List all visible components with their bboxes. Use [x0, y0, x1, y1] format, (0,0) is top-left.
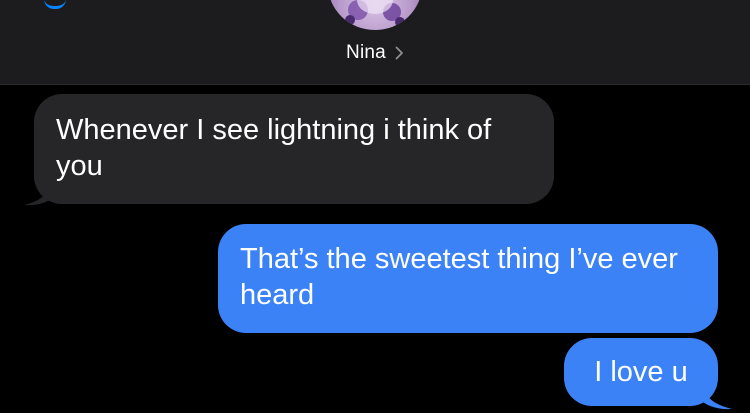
chevron-right-icon — [395, 46, 404, 60]
message-bubble-sent[interactable]: I love u — [564, 338, 718, 406]
message-text: That’s the sweetest thing I’ve ever hear… — [240, 243, 678, 311]
back-arrow-icon[interactable] — [44, 0, 66, 9]
contact-info-button[interactable]: Nina — [0, 40, 750, 66]
contact-name: Nina — [346, 42, 386, 63]
conversation-header: Nina — [0, 0, 750, 85]
message-text: I love u — [594, 356, 688, 388]
contact-avatar-icon[interactable] — [328, 0, 422, 30]
message-bubble-sent[interactable]: That’s the sweetest thing I’ve ever hear… — [218, 224, 718, 333]
message-text: Whenever I see lightning i think of you — [56, 114, 492, 182]
message-bubble-received[interactable]: Whenever I see lightning i think of you — [34, 94, 554, 204]
